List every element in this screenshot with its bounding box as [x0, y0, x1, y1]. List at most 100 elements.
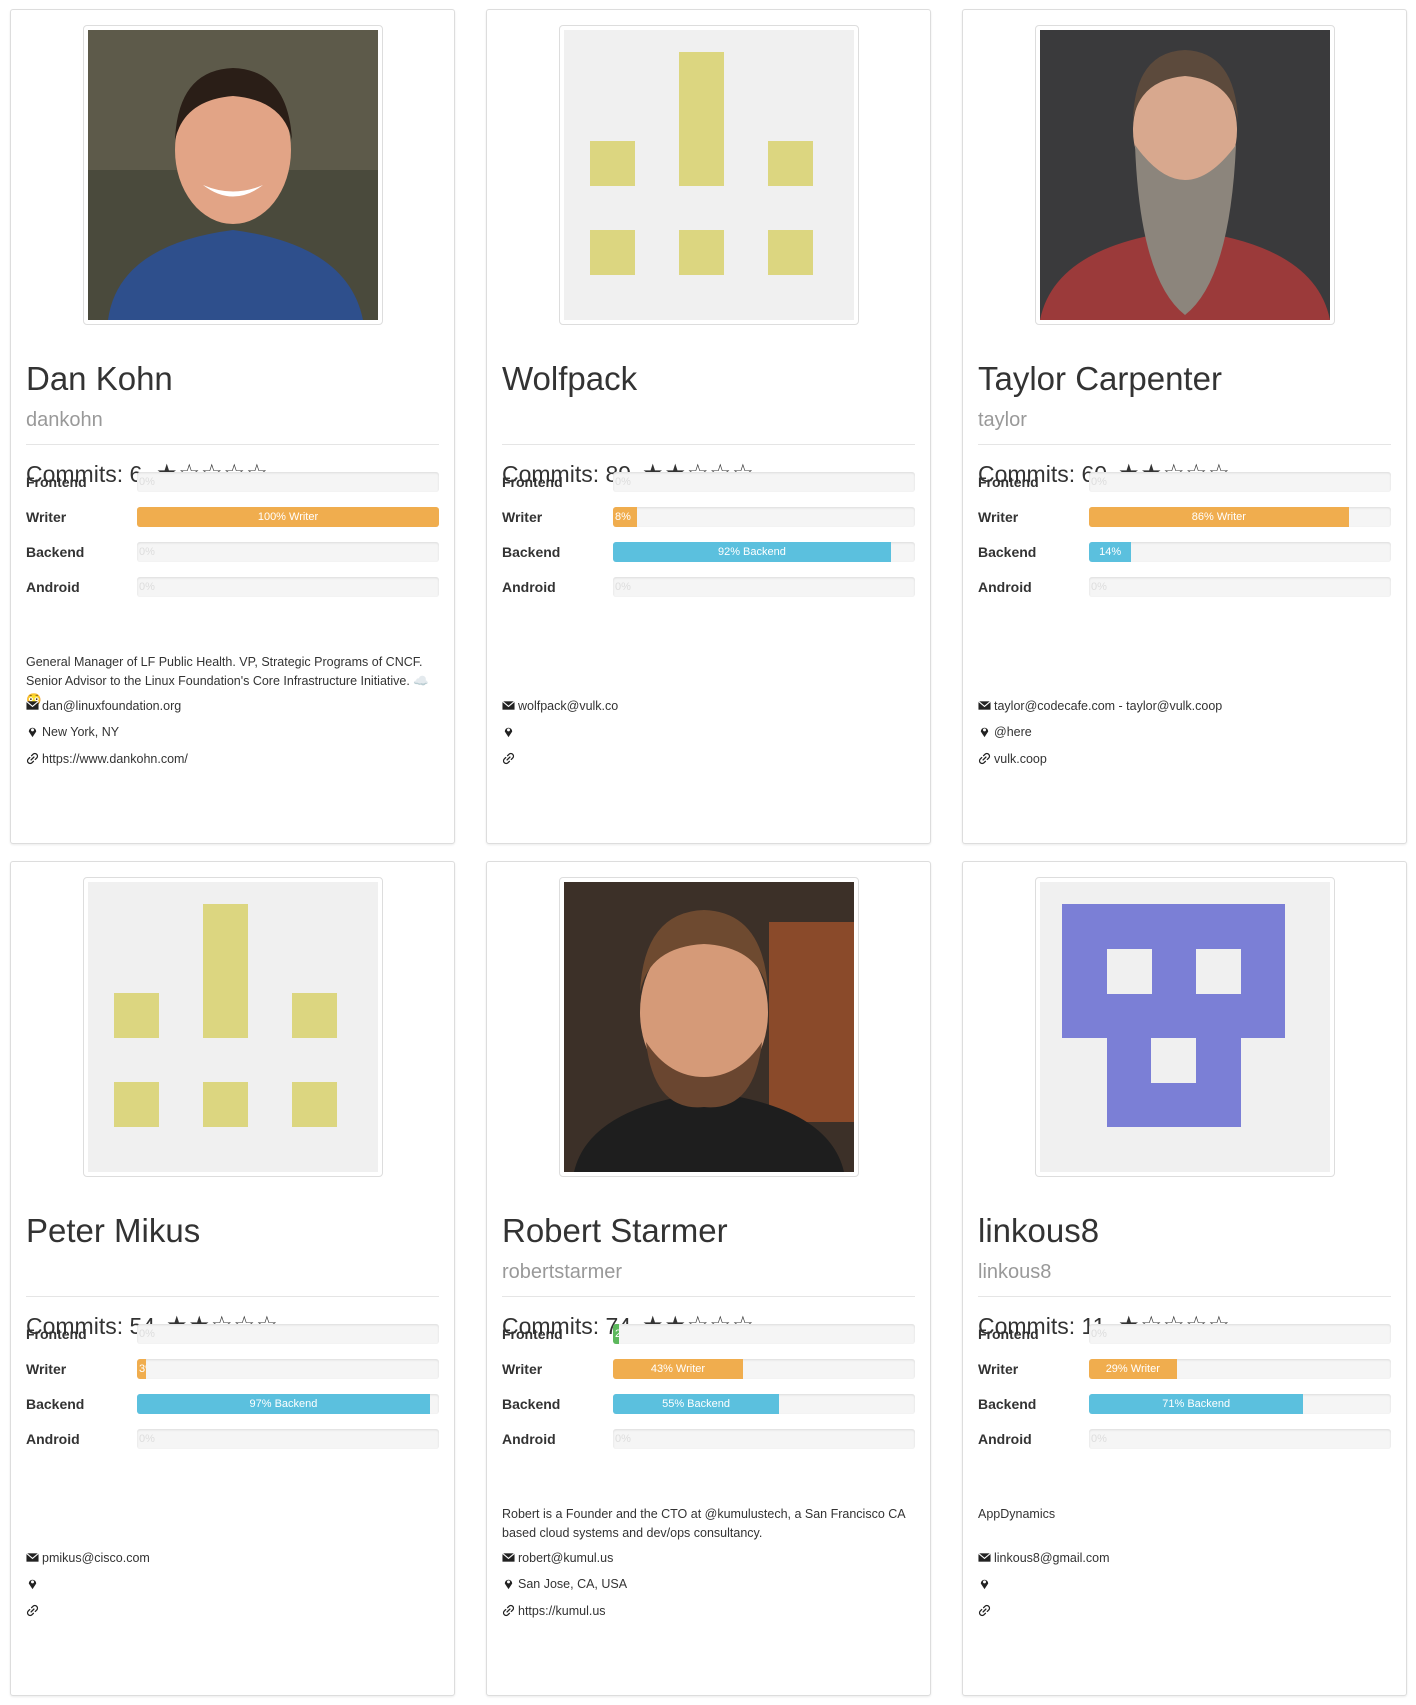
- skill-row-backend: Backend 0%: [26, 542, 439, 564]
- email-link[interactable]: taylor@codecafe.com - taylor@vulk.coop: [978, 699, 1222, 717]
- website-link-text[interactable]: vulk.coop: [994, 752, 1047, 766]
- email-link-text[interactable]: dan@linuxfoundation.org: [42, 699, 181, 713]
- progress-zero-label: 0%: [615, 581, 631, 593]
- progress-bar: 43% Writer: [613, 1359, 915, 1379]
- profile-name: Taylor Carpenter: [978, 360, 1222, 397]
- skill-row-frontend: Frontend 0%: [26, 1324, 439, 1346]
- progress-bar: 0%: [1089, 577, 1391, 597]
- progress-bar: 14%: [1089, 542, 1391, 562]
- skill-label: Frontend: [502, 1326, 563, 1342]
- skill-row-android: Android 0%: [502, 1429, 915, 1451]
- divider: [502, 1296, 915, 1297]
- skill-label: Android: [978, 1431, 1032, 1447]
- skill-row-backend: Backend 71% Backend: [978, 1394, 1391, 1416]
- progress-bar: 0%: [137, 542, 439, 562]
- progress-fill: 92% Backend: [613, 542, 891, 562]
- skill-row-backend: Backend 92% Backend: [502, 542, 915, 564]
- identicon-yellow-icon: [564, 30, 854, 320]
- progress-fill: 14%: [1089, 542, 1132, 562]
- profile-login[interactable]: taylor: [978, 410, 1027, 430]
- progress-bar: 100% Writer: [137, 507, 439, 527]
- progress-fill: 29% Writer: [1089, 1359, 1177, 1379]
- skill-row-android: Android 0%: [26, 577, 439, 599]
- photo-dan-kohn: [88, 30, 378, 320]
- map-marker-icon: [978, 725, 994, 739]
- progress-zero-label: 0%: [139, 546, 155, 558]
- location-text: [26, 1577, 42, 1595]
- website-link-text[interactable]: https://www.dankohn.com/: [42, 752, 188, 766]
- progress-fill: 71% Backend: [1089, 1394, 1304, 1414]
- link-icon: [502, 752, 518, 766]
- progress-bar: 71% Backend: [1089, 1394, 1391, 1414]
- identicon-yellow-icon: [88, 882, 378, 1172]
- progress-bar: 86% Writer: [1089, 507, 1391, 527]
- link-icon: [502, 1604, 518, 1618]
- profile-bio: Robert is a Founder and the CTO at @kumu…: [502, 1507, 905, 1540]
- profile-login[interactable]: robertstarmer: [502, 1262, 622, 1282]
- skill-label: Android: [502, 1431, 556, 1447]
- progress-bar: 0%: [1089, 1324, 1391, 1344]
- progress-bar: 55% Backend: [613, 1394, 915, 1414]
- progress-zero-label: 0%: [139, 1433, 155, 1445]
- progress-bar: 0%: [613, 472, 915, 492]
- location-text: @here: [978, 725, 1032, 743]
- website-link[interactable]: https://www.dankohn.com/: [26, 752, 188, 770]
- progress-zero-label: 0%: [1091, 581, 1107, 593]
- identicon-purple-icon: [1040, 882, 1330, 1172]
- skill-row-frontend: Frontend 0%: [978, 472, 1391, 494]
- envelope-icon: [502, 1551, 518, 1565]
- website-link[interactable]: [978, 1604, 994, 1622]
- progress-zero-label: 0%: [615, 476, 631, 488]
- website-link[interactable]: [26, 1604, 42, 1622]
- profile-bio: AppDynamics: [978, 1507, 1056, 1521]
- avatar: [83, 877, 383, 1177]
- progress-zero-label: 0%: [1091, 476, 1107, 488]
- skill-row-android: Android 0%: [502, 577, 915, 599]
- website-link[interactable]: https://kumul.us: [502, 1604, 606, 1622]
- email-link-text[interactable]: robert@kumul.us: [518, 1551, 613, 1565]
- email-link-text[interactable]: taylor@codecafe.com - taylor@vulk.coop: [994, 699, 1222, 713]
- avatar: [1035, 877, 1335, 1177]
- website-link[interactable]: vulk.coop: [978, 752, 1047, 770]
- progress-bar: 92% Backend: [613, 542, 915, 562]
- skill-row-backend: Backend 14%: [978, 542, 1391, 564]
- profile-name: Wolfpack: [502, 360, 638, 397]
- map-marker-icon: [978, 1577, 994, 1591]
- skill-label: Frontend: [502, 474, 563, 490]
- progress-fill: 43% Writer: [613, 1359, 743, 1379]
- divider: [978, 1296, 1391, 1297]
- map-marker-icon: [502, 725, 518, 739]
- link-icon: [26, 1604, 42, 1618]
- email-link[interactable]: linkous8@gmail.com: [978, 1551, 1110, 1569]
- map-marker-icon: [502, 1577, 518, 1591]
- location-text: San Jose, CA, USA: [502, 1577, 627, 1595]
- email-link[interactable]: pmikus@cisco.com: [26, 1551, 150, 1569]
- profile-card: WolfpackCommits: 89★★☆☆☆Frontend0%Writer…: [486, 9, 931, 844]
- email-link[interactable]: wolfpack@vulk.co: [502, 699, 618, 717]
- profile-name: Dan Kohn: [26, 360, 173, 397]
- email-link[interactable]: robert@kumul.us: [502, 1551, 613, 1569]
- skill-label: Backend: [502, 1396, 561, 1412]
- skill-label: Writer: [502, 1361, 543, 1377]
- envelope-icon: [26, 1551, 42, 1565]
- website-link[interactable]: [502, 752, 518, 770]
- progress-zero-label: 0%: [1091, 1433, 1107, 1445]
- avatar: [1035, 25, 1335, 325]
- website-link-text[interactable]: https://kumul.us: [518, 1604, 606, 1618]
- link-icon: [26, 752, 42, 766]
- location-text: [502, 725, 518, 743]
- profile-login[interactable]: linkous8: [978, 1262, 1051, 1282]
- skill-row-writer: Writer 8%: [502, 507, 915, 529]
- progress-bar: 97% Backend: [137, 1394, 439, 1414]
- skill-label: Writer: [26, 1361, 67, 1377]
- email-link-text[interactable]: wolfpack@vulk.co: [518, 699, 618, 713]
- divider: [26, 444, 439, 445]
- progress-fill: 55% Backend: [613, 1394, 780, 1414]
- contributor-grid: Dan KohndankohnCommits: 6★☆☆☆☆Frontend0%…: [10, 9, 1407, 1696]
- skill-label: Android: [26, 1431, 80, 1447]
- email-link[interactable]: dan@linuxfoundation.org: [26, 699, 181, 717]
- skill-row-frontend: Frontend 0%: [978, 1324, 1391, 1346]
- profile-login[interactable]: dankohn: [26, 410, 103, 430]
- email-link-text[interactable]: pmikus@cisco.com: [42, 1551, 150, 1565]
- email-link-text[interactable]: linkous8@gmail.com: [994, 1551, 1110, 1565]
